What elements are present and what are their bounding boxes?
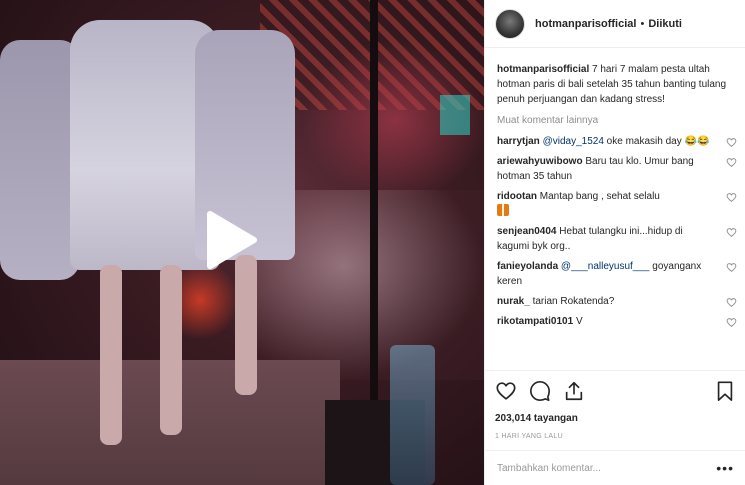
gift-emoji-icon — [497, 204, 509, 216]
comment-like-heart-icon[interactable] — [726, 262, 737, 273]
comment-username[interactable]: harrytjan — [497, 136, 540, 147]
comments-list: hotmanparisofficial 7 hari 7 malam pesta… — [497, 62, 737, 334]
caption-username[interactable]: hotmanparisofficial — [497, 64, 589, 75]
comment-username[interactable]: nurak_ — [497, 296, 530, 307]
action-icons-row — [495, 379, 736, 403]
author-username[interactable]: hotmanparisofficial — [535, 18, 636, 30]
comment-row: nurak_ tarian Rokatenda? — [497, 294, 737, 309]
comment-username[interactable]: fanieyolanda — [497, 261, 558, 272]
follow-status-button[interactable]: Diikuti — [648, 18, 682, 30]
comment-username[interactable]: rikotampati0101 — [497, 316, 573, 327]
comment-text: tarian Rokatenda? — [532, 296, 615, 307]
comment-row: harrytjan @viday_1524 oke makasih day 😂😂 — [497, 134, 737, 149]
comment-row: fanieyolanda @___nalleyusuf___ goyanganx… — [497, 259, 737, 289]
comment-like-heart-icon[interactable] — [726, 227, 737, 238]
comment-text: oke makasih day — [603, 136, 685, 147]
avatar[interactable] — [495, 8, 525, 39]
comment-username[interactable]: ridootan — [497, 191, 537, 202]
video-player[interactable] — [0, 0, 484, 485]
comment-row: rikotampati0101 V — [497, 314, 737, 329]
comment-text: V — [575, 316, 583, 327]
comment-row: senjean0404 Hebat tulangku ini...hidup d… — [497, 224, 737, 254]
share-icon[interactable] — [563, 380, 585, 402]
video-foreground-bottle — [390, 345, 435, 485]
post-side-panel: hotmanparisofficial • Diikuti hotmanpari… — [484, 0, 745, 485]
video-dancer-left — [0, 40, 80, 280]
comment-like-heart-icon[interactable] — [726, 297, 737, 308]
comment-icon[interactable] — [529, 380, 551, 402]
play-icon[interactable] — [200, 210, 260, 270]
view-count[interactable]: 203,014 tayangan — [495, 413, 736, 424]
comment-row: ariewahyuwibowo Baru tau klo. Umur bang … — [497, 154, 737, 184]
add-comment-bar: ••• — [485, 450, 745, 485]
comment-rows: harrytjan @viday_1524 oke makasih day 😂😂… — [497, 134, 737, 329]
comment-text: Mantap bang , sehat selalu — [539, 191, 660, 202]
post-timestamp[interactable]: 1 HARI YANG LALU — [495, 433, 736, 440]
video-dancer-leg — [100, 265, 122, 445]
post-actions: 203,014 tayangan 1 HARI YANG LALU — [485, 370, 745, 440]
comment-like-heart-icon[interactable] — [726, 317, 737, 328]
video-dancer-leg — [160, 265, 182, 435]
comment-like-heart-icon[interactable] — [726, 137, 737, 148]
post-header: hotmanparisofficial • Diikuti — [485, 0, 745, 48]
laughing-emoji-icon: 😂😂 — [684, 136, 710, 147]
video-dancer-leg — [235, 255, 257, 395]
post-caption: hotmanparisofficial 7 hari 7 malam pesta… — [497, 62, 737, 107]
instagram-post-view: hotmanparisofficial • Diikuti hotmanpari… — [0, 0, 745, 485]
video-neon-light — [440, 95, 470, 135]
heart-icon[interactable] — [495, 380, 517, 402]
header-separator: • — [640, 17, 645, 30]
comment-like-heart-icon[interactable] — [726, 192, 737, 203]
comment-username[interactable]: senjean0404 — [497, 226, 557, 237]
comment-mention-link[interactable]: @viday_1524 — [543, 136, 604, 147]
comment-like-heart-icon[interactable] — [726, 157, 737, 168]
load-more-comments-link[interactable]: Muat komentar lainnya — [497, 115, 737, 126]
bookmark-icon[interactable] — [714, 380, 736, 402]
comment-username[interactable]: ariewahyuwibowo — [497, 156, 583, 167]
more-options-icon[interactable]: ••• — [716, 460, 734, 476]
comment-row: ridootan Mantap bang , sehat selalu — [497, 189, 737, 219]
comment-mention-link[interactable]: @___nalleyusuf___ — [561, 261, 650, 272]
comment-input[interactable] — [497, 462, 717, 474]
